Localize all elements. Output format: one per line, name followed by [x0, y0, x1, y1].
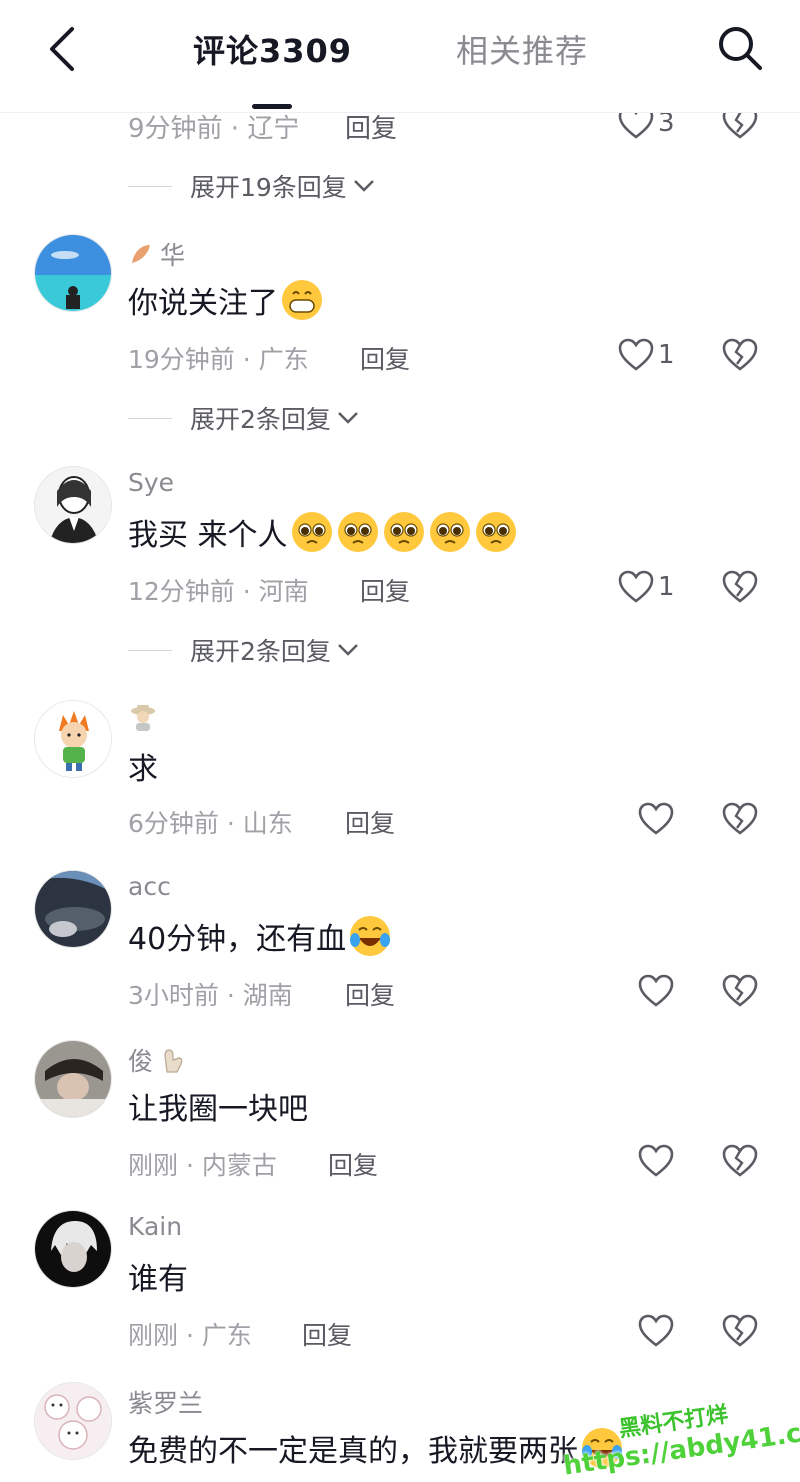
- heart-icon: [618, 570, 654, 603]
- reply-button[interactable]: 回复: [345, 108, 397, 145]
- dislike-button[interactable]: [722, 338, 758, 376]
- like-button[interactable]: [638, 1314, 678, 1348]
- avatar[interactable]: [34, 1210, 112, 1288]
- search-button[interactable]: [712, 20, 768, 76]
- like-count: 1: [658, 340, 675, 370]
- heart-icon: [638, 974, 674, 1007]
- avatar[interactable]: [34, 1382, 112, 1460]
- heart-icon: [618, 338, 654, 371]
- comment-meta: 刚刚 · 内蒙古: [128, 1151, 277, 1180]
- like-button[interactable]: [638, 802, 678, 836]
- divider: [128, 417, 172, 419]
- expand-replies-label: 展开2条回复: [190, 405, 331, 434]
- chevron-down-icon: [338, 412, 358, 424]
- tab-comments[interactable]: 评论3309: [193, 26, 352, 72]
- pleading-face-emoji-icon: [429, 512, 470, 552]
- chevron-left-icon: [50, 27, 74, 71]
- comment-text: 40分钟，还有血: [128, 914, 392, 958]
- heart-icon: [638, 802, 674, 835]
- comment-meta: 刚刚 · 广东: [128, 1321, 252, 1350]
- dislike-button[interactable]: [722, 974, 758, 1012]
- pleading-face-emoji-icon: [337, 512, 378, 552]
- comment-meta: 19分钟前 · 广东: [128, 345, 309, 374]
- broken-heart-icon: [722, 1144, 758, 1177]
- comment-text: 你说关注了: [128, 278, 324, 322]
- broken-heart-icon: [722, 570, 758, 603]
- reply-button[interactable]: 回复: [360, 572, 410, 608]
- comment-text: 我买 来个人: [128, 510, 518, 554]
- chevron-down-icon: [338, 644, 358, 656]
- username[interactable]: 紫罗兰: [128, 1384, 203, 1420]
- comment-text: 让我圈一块吧: [128, 1092, 308, 1127]
- like-count: 1: [658, 572, 675, 602]
- avatar[interactable]: [34, 700, 112, 778]
- broken-heart-icon: [722, 802, 758, 835]
- heart-icon: [638, 1314, 674, 1347]
- expand-replies-label: 展开2条回复: [190, 637, 331, 666]
- search-icon: [719, 27, 762, 70]
- like-button[interactable]: [638, 974, 678, 1008]
- expand-replies-label: 展开19条回复: [190, 173, 347, 202]
- dislike-button[interactable]: [722, 1144, 758, 1182]
- comment-text: 求: [128, 752, 158, 787]
- avatar[interactable]: [34, 234, 112, 312]
- username[interactable]: 俊: [128, 1042, 185, 1078]
- like-button[interactable]: 1: [618, 338, 675, 372]
- reply-button[interactable]: 回复: [302, 1316, 352, 1352]
- comment-text: 免费的不一定是真的，我就要两张: [128, 1426, 624, 1470]
- watermark: 黑料不打烊 https://abdy41.com: [557, 1380, 800, 1481]
- broken-heart-icon: [722, 974, 758, 1007]
- username[interactable]: Kain: [128, 1212, 182, 1241]
- avatar[interactable]: [34, 1040, 112, 1118]
- active-tab-indicator: [252, 104, 292, 109]
- dislike-button[interactable]: [722, 570, 758, 608]
- reply-button[interactable]: 回复: [345, 976, 395, 1012]
- avatar[interactable]: [34, 870, 112, 948]
- dislike-button[interactable]: [722, 1314, 758, 1352]
- reply-button[interactable]: 回复: [328, 1146, 378, 1182]
- username[interactable]: Sye: [128, 468, 174, 497]
- divider: [128, 649, 172, 651]
- grinning-emoji-icon: [282, 280, 322, 320]
- comment-meta: 9分钟前 · 辽宁: [128, 114, 300, 144]
- broken-heart-icon: [722, 338, 758, 371]
- pleading-face-emoji-icon: [383, 512, 424, 552]
- top-bar: 评论3309 相关推荐: [0, 0, 800, 113]
- like-button[interactable]: 1: [618, 570, 675, 604]
- dislike-button[interactable]: [722, 802, 758, 840]
- back-button[interactable]: [36, 24, 86, 74]
- username[interactable]: acc: [128, 872, 171, 901]
- comment-meta: 6分钟前 · 山东: [128, 809, 293, 838]
- reply-button[interactable]: 回复: [360, 340, 410, 376]
- leaf-icon: [132, 245, 150, 263]
- comment-text: 谁有: [128, 1262, 188, 1297]
- crying-laughing-emoji-icon: [350, 916, 391, 956]
- username[interactable]: 华: [128, 236, 185, 272]
- avatar[interactable]: [34, 466, 112, 544]
- chevron-down-icon: [353, 180, 374, 192]
- comment-meta: 12分钟前 · 河南: [128, 577, 309, 606]
- pleading-face-emoji-icon: [291, 512, 332, 552]
- divider: [128, 185, 172, 187]
- expand-replies[interactable]: 展开2条回复: [128, 400, 359, 436]
- broken-heart-icon: [722, 1314, 758, 1347]
- reply-button[interactable]: 回复: [345, 804, 395, 840]
- tab-related[interactable]: 相关推荐: [456, 26, 588, 72]
- expand-replies[interactable]: 展开19条回复: [128, 168, 375, 204]
- like-button[interactable]: [638, 1144, 678, 1178]
- farmer-emoji-icon: [131, 705, 155, 731]
- comment-meta: 3小时前 · 湖南: [128, 981, 293, 1010]
- username[interactable]: [128, 702, 164, 732]
- hand-emoji-icon: [164, 1049, 183, 1073]
- heart-icon: [638, 1144, 674, 1177]
- expand-replies[interactable]: 展开2条回复: [128, 632, 359, 668]
- pleading-face-emoji-icon: [475, 512, 516, 552]
